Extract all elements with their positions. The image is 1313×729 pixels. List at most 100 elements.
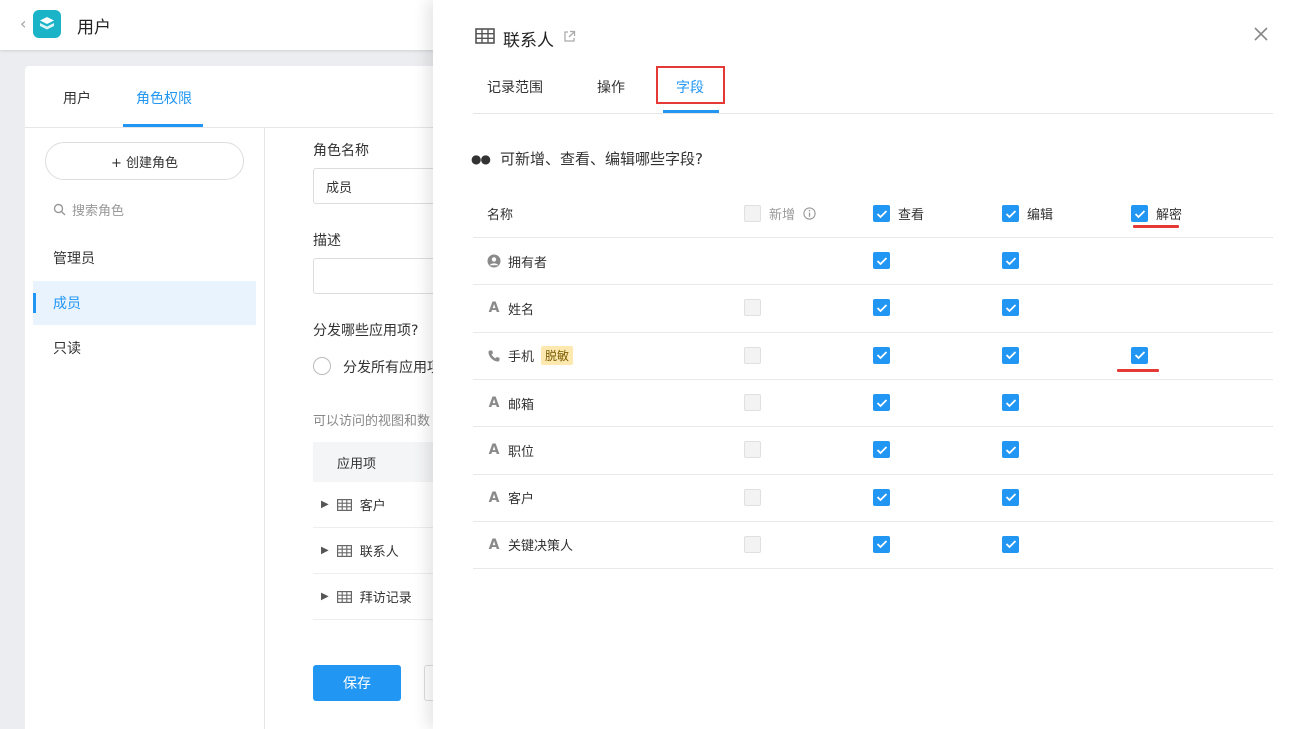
table-icon <box>336 590 352 603</box>
field-name-cell: 拥有者 <box>487 252 547 271</box>
tab-record-scope[interactable]: 记录范围 <box>487 77 543 97</box>
eyes-icon: ●● <box>471 151 491 166</box>
role-search-placeholder: 搜索角色 <box>72 204 125 219</box>
column-add-label: 新增 <box>769 208 796 223</box>
info-icon[interactable] <box>803 207 816 220</box>
back-chevron-icon[interactable]: ‹ <box>20 14 26 33</box>
field-name: 邮箱 <box>508 397 535 413</box>
tab-users[interactable]: 用户 <box>63 88 91 108</box>
decrypt-header-red-underline <box>1133 225 1179 228</box>
view-checkbox[interactable] <box>873 252 890 270</box>
column-add: 新增 <box>744 204 816 223</box>
column-decrypt: 解密 <box>1131 204 1182 223</box>
role-item-member[interactable]: 成员 <box>33 281 256 325</box>
distribute-label: 分发哪些应用项? <box>313 323 419 339</box>
field-name: 手机 <box>508 350 535 366</box>
field-name: 职位 <box>508 444 535 460</box>
field-name: 拥有者 <box>508 255 548 271</box>
field-name: 姓名 <box>508 302 535 318</box>
tab-role-permissions[interactable]: 角色权限 <box>136 88 192 108</box>
masked-badge: 脱敏 <box>541 346 574 366</box>
fields-question: ●● 可新增、查看、编辑哪些字段? <box>471 148 703 169</box>
expand-caret-icon[interactable]: ▶ <box>321 499 329 510</box>
view-checkbox[interactable] <box>873 441 890 459</box>
column-edit: 编辑 <box>1002 204 1053 223</box>
add-checkbox[interactable] <box>744 488 761 506</box>
text-field-icon: A <box>488 300 500 317</box>
view-checkbox[interactable] <box>873 535 890 553</box>
field-name: 关键决策人 <box>508 539 574 555</box>
text-field-icon: A <box>488 395 500 412</box>
field-permission-drawer: 联系人 记录范围 操作 字段 ●● 可新增、查看、编辑哪些字段? 名称 新增 查… <box>433 0 1313 729</box>
distribute-all-label: 分发所有应用项 <box>343 360 441 376</box>
description-label: 描述 <box>313 233 341 249</box>
edit-checkbox[interactable] <box>1002 488 1019 506</box>
close-icon[interactable] <box>1253 26 1269 42</box>
field-name-cell: A 职位 <box>487 441 534 460</box>
search-icon <box>53 203 66 216</box>
distribute-all-radio[interactable] <box>313 357 331 375</box>
view-checkbox[interactable] <box>873 394 890 412</box>
save-button[interactable]: 保存 <box>313 665 401 701</box>
add-checkbox[interactable] <box>744 299 761 317</box>
edit-all-checkbox[interactable] <box>1002 205 1019 222</box>
add-all-checkbox[interactable] <box>744 205 761 222</box>
view-checkbox[interactable] <box>873 346 890 364</box>
apps-header-label: 应用项 <box>337 456 377 472</box>
tab-operations[interactable]: 操作 <box>597 77 625 97</box>
view-checkbox[interactable] <box>873 488 890 506</box>
row-divider <box>473 520 1273 522</box>
role-item-readonly[interactable]: 只读 <box>33 326 256 370</box>
field-name-cell: A 关键决策人 <box>487 535 574 555</box>
field-name-cell: A 姓名 <box>487 299 534 318</box>
row-divider <box>473 378 1273 380</box>
table-icon <box>336 498 352 511</box>
role-name-label: 角色名称 <box>313 143 369 159</box>
field-name-cell: A 客户 <box>487 488 535 508</box>
app-title: 用户 <box>77 18 111 38</box>
row-divider <box>473 426 1273 428</box>
add-checkbox[interactable] <box>744 346 761 364</box>
view-all-checkbox[interactable] <box>873 205 890 222</box>
edit-checkbox[interactable] <box>1002 346 1019 364</box>
expand-caret-icon[interactable]: ▶ <box>321 591 329 602</box>
decrypt-phone-red-underline <box>1117 369 1159 372</box>
role-item-admin[interactable]: 管理员 <box>33 236 256 280</box>
edit-checkbox[interactable] <box>1002 535 1019 553</box>
app-label: 联系人 <box>359 545 399 560</box>
role-search-input[interactable]: 搜索角色 <box>53 200 124 219</box>
active-tab-indicator <box>123 124 203 127</box>
user-circle-icon <box>487 254 501 268</box>
view-checkbox[interactable] <box>873 299 890 317</box>
app-label: 客户 <box>359 499 386 514</box>
table-icon <box>336 544 352 557</box>
field-name-cell: 手机 脱敏 <box>487 346 574 366</box>
add-checkbox[interactable] <box>744 535 761 553</box>
decrypt-all-checkbox[interactable] <box>1131 205 1148 222</box>
drawer-title: 联系人 <box>503 31 554 51</box>
edit-checkbox[interactable] <box>1002 299 1019 317</box>
column-decrypt-label: 解密 <box>1156 208 1183 223</box>
edit-checkbox[interactable] <box>1002 441 1019 459</box>
create-role-button[interactable]: + 创建角色 <box>45 142 244 180</box>
row-divider <box>473 331 1273 333</box>
row-divider <box>473 568 1273 570</box>
field-name: 客户 <box>508 492 535 508</box>
role-name-value: 成员 <box>326 180 353 196</box>
external-link-icon[interactable] <box>563 30 576 43</box>
role-list-panel: + 创建角色 搜索角色 管理员 成员 只读 <box>25 128 265 729</box>
column-name: 名称 <box>487 208 514 223</box>
text-field-icon: A <box>488 536 500 553</box>
row-divider <box>473 284 1273 286</box>
decrypt-checkbox[interactable] <box>1131 346 1148 364</box>
edit-checkbox[interactable] <box>1002 394 1019 412</box>
add-checkbox[interactable] <box>744 394 761 412</box>
app-logo-icon <box>33 10 61 38</box>
edit-checkbox[interactable] <box>1002 252 1019 270</box>
expand-caret-icon[interactable]: ▶ <box>321 545 329 556</box>
fields-question-text: 可新增、查看、编辑哪些字段? <box>499 150 703 168</box>
add-checkbox[interactable] <box>744 441 761 459</box>
row-divider <box>473 237 1273 238</box>
field-name-cell: A 邮箱 <box>487 394 534 413</box>
tab-divider <box>473 113 1273 114</box>
